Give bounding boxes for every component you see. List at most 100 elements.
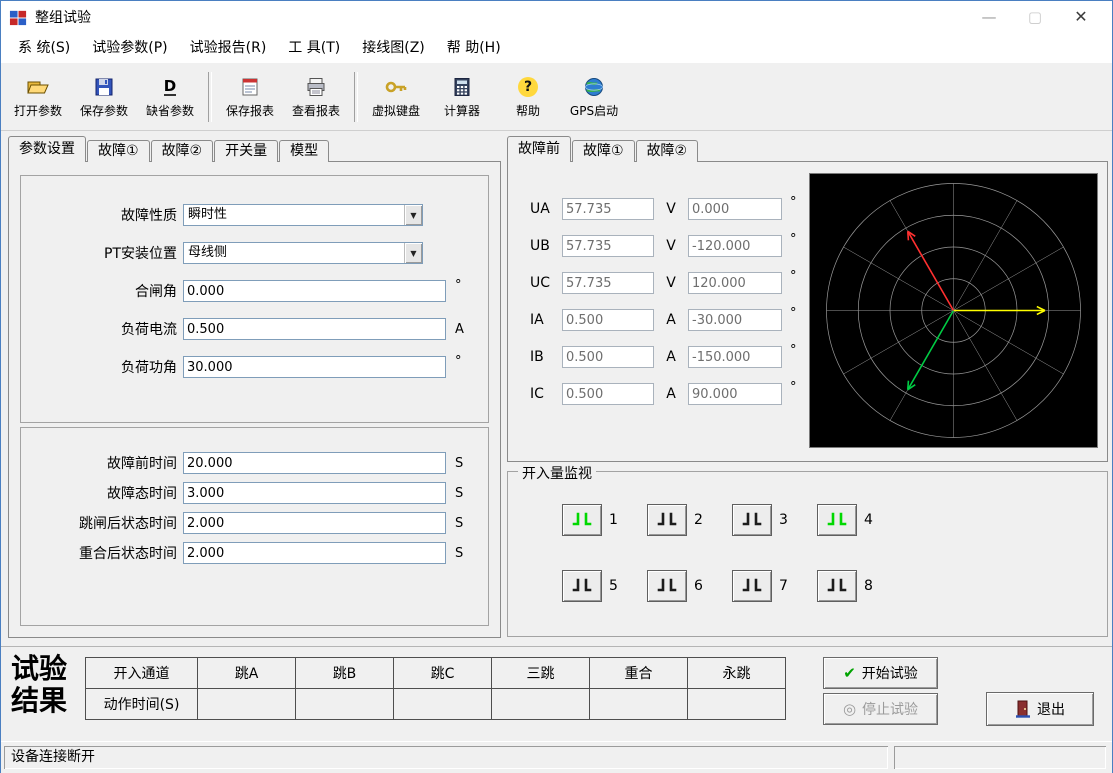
- ub-magnitude-input[interactable]: [562, 235, 654, 257]
- tab-model[interactable]: 模型: [279, 140, 329, 162]
- uc-magnitude-input[interactable]: [562, 272, 654, 294]
- switch-channel: 5: [562, 570, 618, 602]
- close-angle-input[interactable]: [183, 280, 446, 302]
- virtual-keyboard-button[interactable]: 虚拟键盘: [363, 68, 429, 126]
- tab-switch-quantity[interactable]: 开关量: [214, 140, 278, 162]
- switch-indicator-6[interactable]: [647, 570, 687, 602]
- phasor-unit: A: [654, 312, 688, 328]
- gps-start-button[interactable]: GPS启动: [561, 68, 627, 126]
- chevron-down-icon[interactable]: ▼: [404, 205, 422, 225]
- switch-indicator-7[interactable]: [732, 570, 772, 602]
- fault-nature-select[interactable]: 瞬时性 ▼: [183, 204, 423, 226]
- toolbar-label: 保存报表: [226, 102, 274, 119]
- menu-test-report[interactable]: 试验报告(R): [179, 33, 278, 63]
- phasor-name: UB: [530, 238, 562, 254]
- ub-angle-input[interactable]: [688, 235, 782, 257]
- switch-contact-icon: [741, 578, 763, 594]
- field-row: 重合后状态时间 S: [25, 542, 484, 564]
- menu-test-params[interactable]: 试验参数(P): [81, 33, 178, 63]
- save-report-button[interactable]: 保存报表: [217, 68, 283, 126]
- menu-wiring-diagram[interactable]: 接线图(Z): [351, 33, 436, 63]
- switch-contact-icon: [826, 512, 848, 528]
- field-row: 跳闸后状态时间 S: [25, 512, 484, 534]
- tab-fault-1-left[interactable]: 故障①: [87, 140, 150, 162]
- tab-fault-2-right[interactable]: 故障②: [636, 140, 699, 162]
- tab-fault-2-left[interactable]: 故障②: [151, 140, 214, 162]
- switch-channel-number: 6: [694, 578, 703, 594]
- exit-button[interactable]: 退出: [986, 692, 1094, 726]
- ic-magnitude-input[interactable]: [562, 383, 654, 405]
- param-settings-page: 故障性质 瞬时性 ▼ PT安装位置 母线侧 ▼ 合闸角 ° 负荷电流: [8, 161, 501, 638]
- switch-channel-number: 2: [694, 512, 703, 528]
- fault-time-label: 故障态时间: [25, 483, 183, 503]
- phasor-unit: V: [654, 275, 688, 291]
- switch-indicator-2[interactable]: [647, 504, 687, 536]
- pt-position-label: PT安装位置: [25, 243, 183, 263]
- switch-indicator-4[interactable]: [817, 504, 857, 536]
- prefault-page: UA V ° UB V ° UC V ° IA A ° IB: [507, 161, 1108, 462]
- after-trip-time-input[interactable]: [183, 512, 446, 534]
- load-current-input[interactable]: [183, 318, 446, 340]
- phasor-row-ia: IA A °: [530, 309, 797, 331]
- ic-angle-input[interactable]: [688, 383, 782, 405]
- switch-channel-number: 4: [864, 512, 873, 528]
- ib-magnitude-input[interactable]: [562, 346, 654, 368]
- help-button[interactable]: ? 帮助: [495, 68, 561, 126]
- switch-channel: 2: [647, 504, 703, 536]
- open-params-button[interactable]: 打开参数: [5, 68, 71, 126]
- switch-indicator-5[interactable]: [562, 570, 602, 602]
- maximize-icon[interactable]: ▢: [1012, 1, 1058, 33]
- tab-param-settings[interactable]: 参数设置: [8, 136, 86, 162]
- window-controls: — ▢ ✕: [966, 1, 1104, 33]
- pt-position-select[interactable]: 母线侧 ▼: [183, 242, 423, 264]
- results-header: 跳C: [394, 658, 492, 689]
- calculator-button[interactable]: 计算器: [429, 68, 495, 126]
- fault-nature-label: 故障性质: [25, 205, 183, 225]
- load-angle-input[interactable]: [183, 356, 446, 378]
- menu-tools[interactable]: 工 具(T): [277, 33, 351, 63]
- monitor-title: 开入量监视: [518, 463, 596, 483]
- switch-channel-number: 1: [609, 512, 618, 528]
- field-row: 故障性质 瞬时性 ▼: [25, 204, 484, 226]
- uc-angle-input[interactable]: [688, 272, 782, 294]
- default-params-button[interactable]: D 缺省参数: [137, 68, 203, 126]
- chevron-down-icon[interactable]: ▼: [404, 243, 422, 263]
- menu-system[interactable]: 系 统(S): [7, 33, 81, 63]
- after-reclose-time-unit: S: [455, 546, 463, 561]
- results-value-cell: [296, 689, 394, 720]
- close-icon[interactable]: ✕: [1058, 1, 1104, 33]
- tab-fault-1-right[interactable]: 故障①: [572, 140, 635, 162]
- ia-angle-input[interactable]: [688, 309, 782, 331]
- view-report-button[interactable]: 查看报表: [283, 68, 349, 126]
- ib-angle-input[interactable]: [688, 346, 782, 368]
- fault-time-input[interactable]: [183, 482, 446, 504]
- ia-magnitude-input[interactable]: [562, 309, 654, 331]
- results-header: 三跳: [492, 658, 590, 689]
- open-folder-icon: [26, 74, 50, 100]
- ua-magnitude-input[interactable]: [562, 198, 654, 220]
- ua-angle-input[interactable]: [688, 198, 782, 220]
- save-params-button[interactable]: 保存参数: [71, 68, 137, 126]
- switch-channel-number: 3: [779, 512, 788, 528]
- results-header: 跳A: [198, 658, 296, 689]
- phasor-svg: [810, 174, 1097, 447]
- results-header: 永跳: [688, 658, 786, 689]
- left-tab-strip: 参数设置 故障① 故障② 开关量 模型: [8, 137, 330, 162]
- menu-help[interactable]: 帮 助(H): [436, 33, 512, 63]
- phasor-name: UA: [530, 201, 562, 217]
- stop-test-button[interactable]: ◎ 停止试验: [823, 693, 938, 725]
- switch-contact-icon: [571, 578, 593, 594]
- prefault-time-input[interactable]: [183, 452, 446, 474]
- switch-indicator-8[interactable]: [817, 570, 857, 602]
- phasor-diagram: [809, 173, 1098, 448]
- switch-indicator-1[interactable]: [562, 504, 602, 536]
- switch-channel-number: 5: [609, 578, 618, 594]
- status-message: 设备连接断开: [4, 746, 888, 769]
- switch-contact-icon: [741, 512, 763, 528]
- after-reclose-time-input[interactable]: [183, 542, 446, 564]
- tab-prefault[interactable]: 故障前: [507, 136, 571, 162]
- minimize-icon[interactable]: —: [966, 1, 1012, 33]
- switch-indicator-3[interactable]: [732, 504, 772, 536]
- start-test-button[interactable]: ✔ 开始试验: [823, 657, 938, 689]
- phasor-unit: A: [654, 386, 688, 402]
